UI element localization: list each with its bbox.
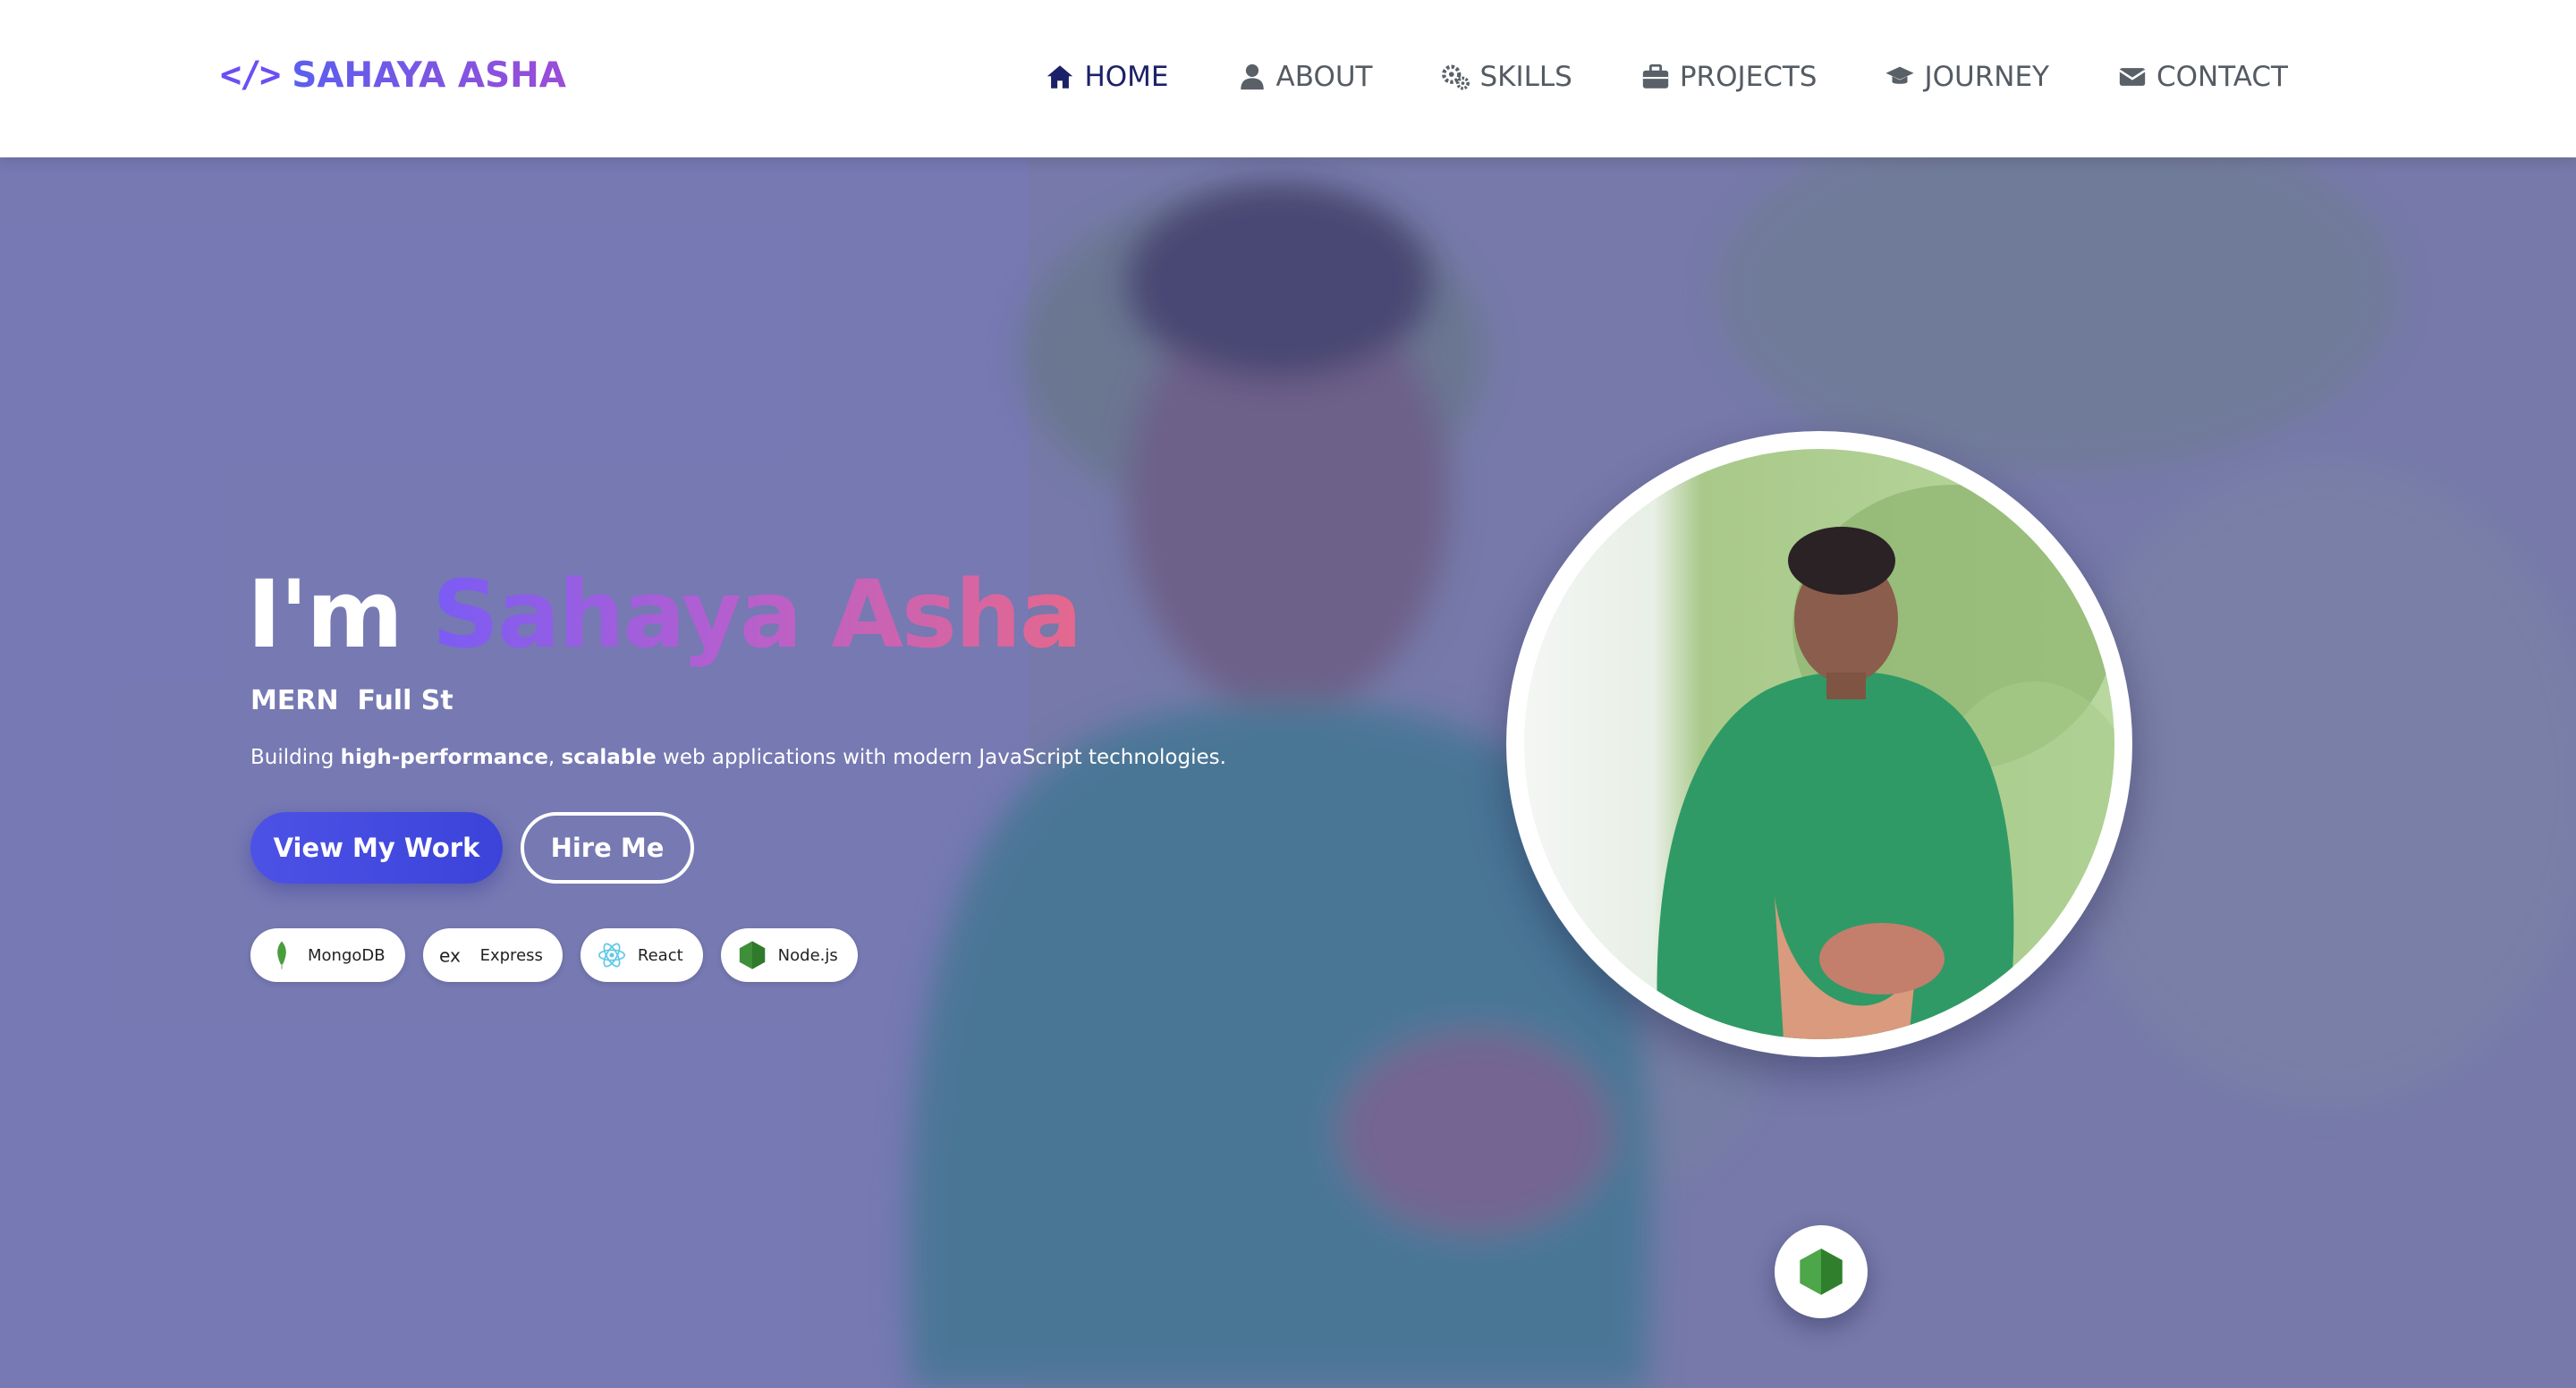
react-icon — [597, 943, 625, 968]
hero-name: Sahaya Asha — [432, 560, 1082, 669]
tech-chip-label: Node.js — [777, 945, 838, 965]
hero-role: MERN Full St — [250, 685, 453, 716]
profile-photo-image — [1524, 449, 2114, 1039]
floating-nodejs-badge[interactable] — [1775, 1225, 1868, 1318]
envelope-icon — [2119, 68, 2146, 86]
nav-about-label: ABOUT — [1275, 61, 1373, 93]
gears-icon — [1442, 64, 1470, 90]
view-my-work-button[interactable]: View My Work — [250, 812, 503, 884]
hero-description: Building high-performance, scalable web … — [250, 746, 1226, 769]
tech-chip-label: Express — [479, 945, 543, 965]
graduation-cap-icon — [1885, 66, 1915, 84]
nav-skills-label: SKILLS — [1479, 61, 1572, 93]
nav-contact-label: CONTACT — [2156, 61, 2288, 93]
hero-section: I'm Sahaya Asha MERN Full St Building hi… — [0, 157, 2576, 1388]
tech-chip-label: MongoDB — [308, 945, 386, 965]
brand-logo[interactable]: </> SAHAYA ASHA — [220, 48, 566, 102]
tech-chip-mongodb: MongoDB — [250, 928, 405, 982]
nav-skills[interactable]: SKILLS — [1440, 61, 1572, 93]
user-icon — [1240, 63, 1264, 90]
express-icon: ex — [439, 944, 461, 966]
briefcase-icon — [1642, 63, 1669, 89]
description-separator: , — [547, 746, 562, 769]
hero-greeting: I'm — [247, 560, 403, 669]
main-nav: HOME ABOUT SKILLS PROJECTS JOURNEY CONTA… — [1045, 50, 2288, 104]
nav-home[interactable]: HOME — [1045, 61, 1169, 93]
navbar: </> SAHAYA ASHA HOME ABOUT SKILLS PROJEC… — [0, 0, 2576, 157]
profile-picture-frame — [1506, 431, 2132, 1057]
hero-heading: I'm Sahaya Asha — [247, 560, 1082, 669]
home-icon — [1047, 65, 1073, 89]
tech-chip-label: React — [637, 945, 683, 965]
nav-projects[interactable]: PROJECTS — [1640, 61, 1818, 93]
hero-overlay — [0, 157, 2576, 1388]
nodejs-icon — [1800, 1248, 1843, 1295]
svg-text:ex: ex — [439, 944, 461, 966]
tech-chip-nodejs: Node.js — [720, 928, 858, 982]
brand-name: SAHAYA ASHA — [292, 55, 566, 96]
description-bold-2: scalable — [561, 746, 657, 769]
mongodb-icon — [277, 941, 286, 969]
hire-me-button[interactable]: Hire Me — [521, 812, 694, 884]
nav-contact[interactable]: CONTACT — [2117, 61, 2288, 93]
nav-projects-label: PROJECTS — [1679, 61, 1818, 93]
nav-journey-label: JOURNEY — [1924, 61, 2049, 93]
tech-stack-list: MongoDB ex Express React Node.js — [250, 928, 858, 982]
profile-photo — [1524, 449, 2114, 1039]
description-bold-1: high-performance — [340, 746, 548, 769]
tech-chip-express: ex Express — [422, 928, 563, 982]
description-prefix: Building — [250, 746, 341, 769]
nodejs-icon — [739, 941, 765, 969]
description-suffix: web applications with modern JavaScript … — [656, 746, 1226, 769]
tech-chip-react: React — [580, 928, 703, 982]
nav-home-label: HOME — [1084, 61, 1169, 93]
nav-journey[interactable]: JOURNEY — [1885, 61, 2049, 93]
nav-about[interactable]: ABOUT — [1237, 61, 1373, 93]
code-icon: </> — [220, 55, 281, 96]
